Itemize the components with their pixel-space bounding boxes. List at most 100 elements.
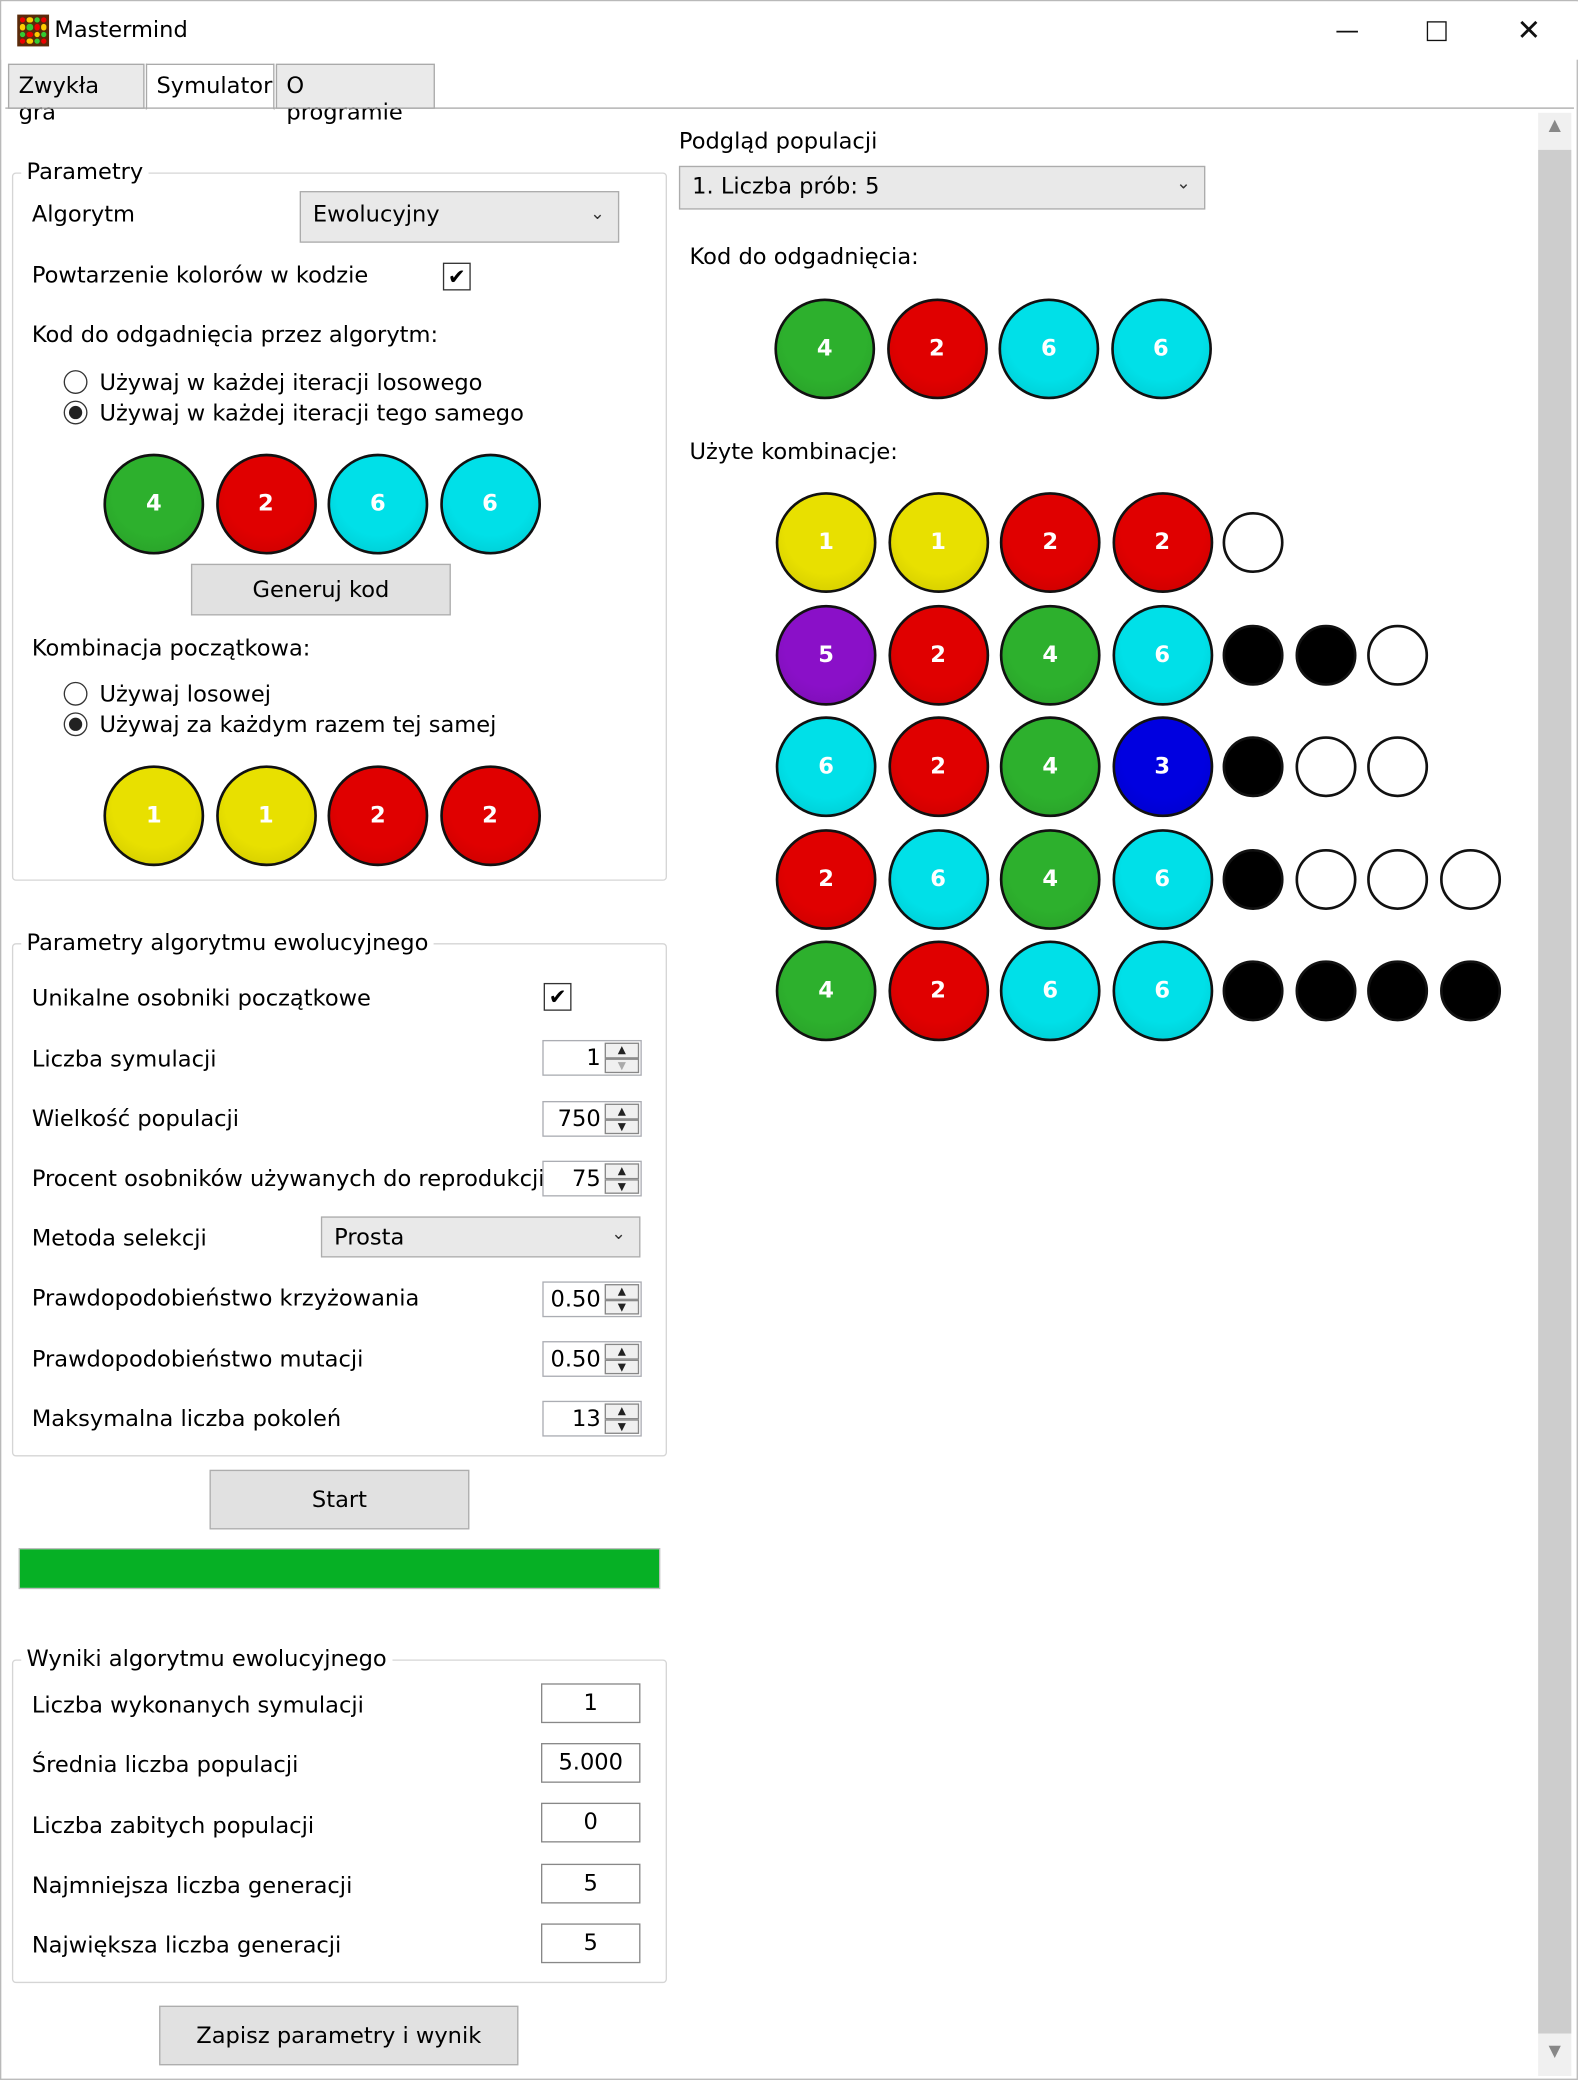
scroll-down-icon[interactable]: ▼: [1538, 2041, 1571, 2073]
black-pin: [1294, 960, 1356, 1022]
min-generations-value: 5: [541, 1863, 641, 1904]
max-generations-label: Maksymalna liczba pokoleń: [31, 1406, 342, 1433]
peg-6: 6: [998, 298, 1100, 400]
start-button[interactable]: Start: [209, 1469, 470, 1530]
maximize-icon[interactable]: [1406, 1, 1467, 59]
max-generations-result-value: 5: [541, 1923, 641, 1964]
algorithm-select[interactable]: Ewolucyjny ⌄: [299, 191, 620, 243]
minimize-icon[interactable]: —: [1317, 1, 1378, 59]
population-size-label: Wielkość populacji: [31, 1106, 240, 1133]
min-generations-label: Najmniejsza liczba generacji: [31, 1873, 353, 1900]
app-window: Mastermind — ✕ Zwykła gra Symulator O pr…: [0, 0, 1578, 2080]
scroll-up-icon[interactable]: ▲: [1538, 115, 1571, 147]
reproduction-percent-stepper[interactable]: 75 ▲ ▼: [542, 1160, 642, 1197]
black-pin: [1222, 624, 1284, 686]
white-pin: [1439, 848, 1501, 910]
initial-random-radio[interactable]: [63, 681, 88, 706]
decrement-icon[interactable]: ▼: [604, 1057, 640, 1074]
max-generations-stepper[interactable]: 13 ▲ ▼: [542, 1400, 642, 1437]
peg-2: 2: [887, 716, 989, 818]
black-pin: [1367, 960, 1429, 1022]
algorithm-label: Algorytm: [31, 201, 136, 229]
close-icon[interactable]: ✕: [1498, 1, 1559, 59]
repeat-colors-checkbox[interactable]: ✔: [442, 262, 471, 291]
initial-combination-label: Kombinacja początkowa:: [31, 635, 311, 662]
code-same-radio[interactable]: [63, 400, 88, 425]
selection-method-label: Metoda selekcji: [31, 1225, 207, 1253]
generate-code-button[interactable]: Generuj kod: [190, 563, 451, 616]
decrement-icon[interactable]: ▼: [604, 1418, 640, 1434]
peg-2: 2: [887, 604, 989, 706]
decrement-icon[interactable]: ▼: [604, 1358, 640, 1375]
black-pin: [1222, 960, 1284, 1022]
chevron-down-icon: ⌄: [1176, 173, 1191, 194]
simulations-label: Liczba symulacji: [31, 1046, 217, 1074]
decrement-icon[interactable]: ▼: [604, 1118, 640, 1135]
unique-individuals-checkbox[interactable]: ✔: [543, 982, 572, 1011]
used-combinations-label: Użyte kombinacje:: [689, 439, 898, 466]
peg-4: 4: [999, 828, 1101, 930]
chevron-down-icon: ⌄: [590, 204, 605, 225]
peg-6: 6: [1111, 828, 1213, 930]
white-pin: [1367, 624, 1429, 686]
peg-6: 6: [887, 828, 989, 930]
selection-method-value: Prosta: [334, 1224, 405, 1251]
max-generations-result-label: Największa liczba generacji: [31, 1932, 342, 1960]
reproduction-percent-value: 75: [571, 1165, 601, 1193]
params-legend: Parametry: [21, 157, 149, 188]
simulations-value: 1: [586, 1045, 601, 1072]
crossover-probability-stepper[interactable]: 0.50 ▲ ▼: [542, 1281, 642, 1318]
results-legend: Wyniki algorytmu ewolucyjnego: [21, 1644, 393, 1675]
mutation-probability-stepper[interactable]: 0.50 ▲ ▼: [542, 1341, 642, 1377]
mutation-probability-label: Prawdopodobieństwo mutacji: [31, 1346, 364, 1373]
tab-zwykla-gra[interactable]: Zwykła gra: [7, 63, 145, 126]
population-size-value: 750: [557, 1106, 601, 1133]
peg-2: 2: [887, 940, 989, 1042]
increment-icon[interactable]: ▲: [604, 1103, 640, 1119]
save-results-button[interactable]: Zapisz parametry i wynik: [159, 2005, 519, 2066]
max-generations-value: 13: [571, 1406, 601, 1433]
black-pin: [1222, 736, 1284, 798]
white-pin: [1294, 736, 1356, 798]
reproduction-percent-label: Procent osobników używanych do reprodukc…: [31, 1165, 545, 1193]
initial-same-radio[interactable]: [63, 712, 88, 737]
white-pin: [1294, 848, 1356, 910]
peg-6: 6: [999, 940, 1101, 1042]
peg-1: 1: [103, 765, 205, 867]
increment-icon[interactable]: ▲: [604, 1343, 640, 1359]
progress-bar: [18, 1548, 661, 1590]
peg-4: 4: [999, 716, 1101, 818]
decrement-icon[interactable]: ▼: [604, 1178, 640, 1194]
peg-2: 2: [327, 765, 429, 867]
population-size-stepper[interactable]: 750 ▲ ▼: [542, 1100, 642, 1137]
chevron-down-icon: ⌄: [611, 1224, 626, 1245]
peg-2: 2: [999, 492, 1101, 593]
code-label: Kod do odgadnięcia przez algorytm:: [31, 322, 439, 349]
peg-2: 2: [775, 828, 877, 930]
decrement-icon[interactable]: ▼: [604, 1299, 640, 1315]
increment-icon[interactable]: ▲: [604, 1284, 640, 1300]
peg-1: 1: [215, 765, 317, 867]
peg-4: 4: [775, 940, 877, 1042]
peg-3: 3: [1111, 716, 1213, 818]
peg-4: 4: [103, 453, 205, 555]
scrollbar-thumb[interactable]: [1538, 149, 1572, 2034]
tab-symulator[interactable]: Symulator: [145, 63, 275, 111]
preview-code-label: Kod do odgadnięcia:: [689, 244, 919, 271]
increment-icon[interactable]: ▲: [604, 1042, 640, 1058]
increment-icon[interactable]: ▲: [604, 1163, 640, 1179]
increment-icon[interactable]: ▲: [604, 1403, 640, 1419]
simulations-done-label: Liczba wykonanych symulacji: [31, 1692, 364, 1720]
peg-6: 6: [327, 453, 429, 555]
tab-o-programie[interactable]: O programie: [275, 63, 435, 126]
peg-6: 6: [439, 453, 541, 555]
population-select-value: 1. Liczba prób: 5: [692, 173, 880, 201]
peg-2: 2: [439, 765, 541, 867]
peg-5: 5: [775, 604, 877, 706]
selection-method-select[interactable]: Prosta ⌄: [320, 1216, 641, 1258]
peg-4: 4: [774, 298, 876, 400]
simulations-stepper[interactable]: 1 ▲ ▼: [542, 1039, 642, 1076]
code-random-radio[interactable]: [63, 370, 88, 394]
vertical-scrollbar[interactable]: ▲ ▼: [1538, 112, 1572, 2076]
population-select[interactable]: 1. Liczba prób: 5 ⌄: [678, 165, 1206, 210]
